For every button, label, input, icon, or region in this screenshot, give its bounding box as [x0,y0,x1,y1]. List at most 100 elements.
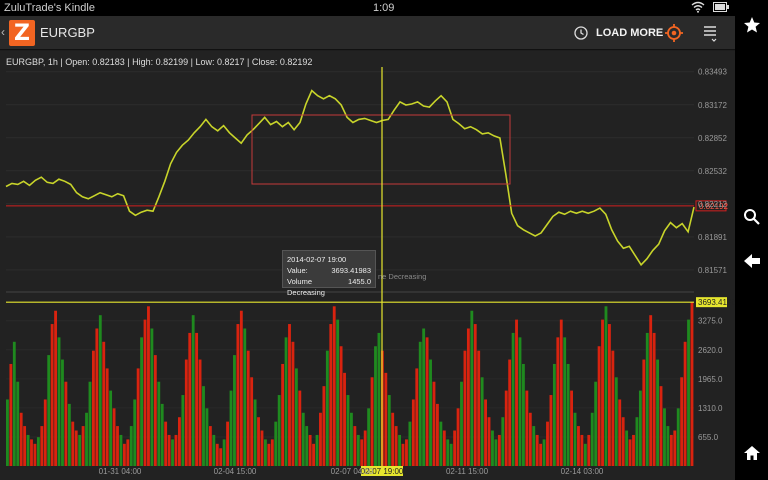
volume-bar [511,332,515,466]
volume-bar [676,408,680,466]
volume-bar [226,421,229,466]
menu-icon[interactable] [702,24,718,42]
volume-bar [264,439,267,466]
volume-bar [384,372,388,466]
volume-bar [363,430,367,466]
volume-bar [202,386,205,466]
back-button[interactable] [735,246,768,276]
volume-bar [480,377,484,466]
volume-bar [436,403,439,466]
tooltip-value: 3693.41983 [331,266,371,275]
volume-bar [611,350,615,466]
volume-bar [360,439,364,466]
volume-bar [178,417,181,466]
back-chevron-icon[interactable]: ‹ [1,25,5,39]
volume-bar [277,395,281,466]
volume-bar [40,426,44,466]
volume-bar [319,412,322,466]
volume-bar [147,306,150,466]
volume-bar [446,439,450,466]
volume-bar [570,390,573,466]
date-tick-label: 02-04 15:00 [214,467,257,476]
volume-bar [618,399,622,466]
volume-bar [98,315,102,466]
price-tick-label: 0.81571 [698,266,727,275]
price-series-line [5,89,695,267]
system-nav-bar [735,0,768,480]
volume-value-label: 3693.4198 [698,298,735,307]
history-icon [574,26,588,40]
status-icons [691,1,729,13]
volume-bar [219,448,223,466]
volume-bar [549,395,553,466]
volume-bar [136,368,140,466]
tooltip-volume-label: Volume Decreasing [287,277,325,297]
back-arrow-icon [743,254,760,268]
volume-bar [353,426,357,466]
volume-bar [47,355,51,466]
volume-bar [50,324,54,466]
volume-bar [532,426,536,466]
search-button[interactable] [735,202,768,232]
chart-area[interactable]: 0.82192 3693.4198 02-07 19:00 0.83493 0.831… [0,51,735,480]
page-title: EURGBP [40,25,95,40]
volume-bar [140,337,143,466]
volume-bar [518,337,522,466]
volume-bar [405,439,408,466]
volume-bar [9,363,13,466]
ohlc-info: EURGBP, 1h | Open: 0.82183 | High: 0.821… [6,57,313,67]
volume-bar [157,381,161,466]
volume-bar [525,390,529,466]
volume-bar [284,337,288,466]
volume-bar [391,412,395,466]
volume-bar [133,399,137,466]
volume-bar [343,372,346,466]
volume-bar [628,439,632,466]
home-button[interactable] [735,438,768,468]
volume-bar [432,381,436,466]
volume-bar [377,332,381,466]
volume-bar [288,324,291,466]
volume-bar [559,319,563,466]
volume-bar [411,399,415,466]
load-more-button[interactable]: LOAD MORE [574,21,663,45]
volume-bar [463,350,467,466]
volume-bar [456,408,460,466]
volume-bar [239,310,243,466]
volume-bar [673,430,677,466]
volume-bar [597,346,601,466]
volume-bar [26,434,30,466]
date-tick-label: 02-11 15:00 [446,467,489,476]
volume-bar [291,341,295,466]
volume-bar [638,390,642,466]
favorite-button[interactable] [735,10,768,40]
volume-bar [346,395,350,466]
volume-bar [184,359,188,466]
volume-bar [16,381,20,466]
volume-bar [116,426,119,466]
volume-bar [546,421,549,466]
volume-bar [473,324,477,466]
volume-bar [535,434,539,466]
volume-bar [608,324,611,466]
volume-bar [243,328,247,466]
volume-bar [652,332,656,466]
volume-bar [129,426,133,466]
volume-bar [229,390,233,466]
volume-bar [556,337,560,466]
volume-bar [594,381,598,466]
volume-bar [604,306,608,466]
volume-bar [164,421,168,466]
volume-bar [312,443,315,466]
volume-bar [257,417,260,466]
price-tick-label: 0.83493 [698,68,727,77]
zulutrade-logo[interactable]: Z [9,20,35,46]
volume-bar [246,350,250,466]
volume-bar [453,430,457,466]
volume-bar [143,319,147,466]
battery-icon [713,2,729,12]
target-icon[interactable] [664,23,684,43]
volume-bar [222,439,226,466]
volume-bar [356,434,360,466]
volume-bar [573,412,577,466]
